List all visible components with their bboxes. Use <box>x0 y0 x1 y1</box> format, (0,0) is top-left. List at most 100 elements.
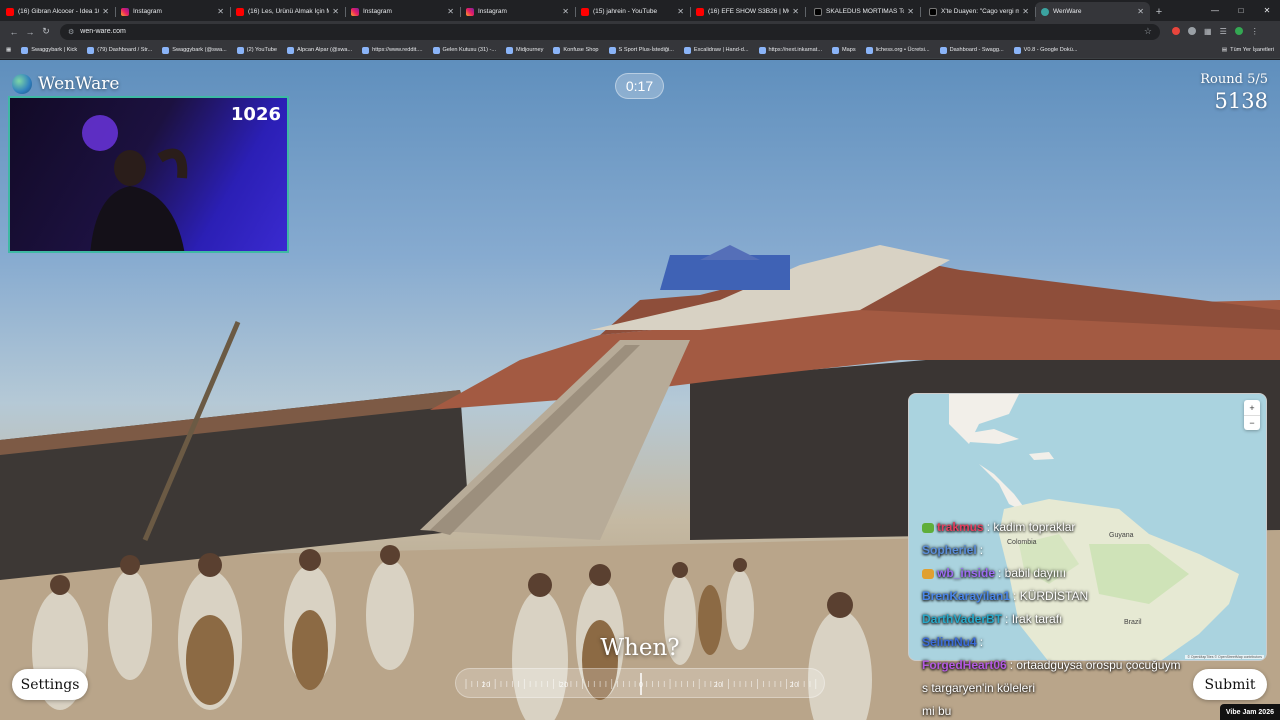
bookmark-favicon-icon <box>865 46 873 54</box>
extension-icon[interactable] <box>1188 27 1196 35</box>
close-tab-icon[interactable]: ✕ <box>447 7 454 16</box>
browser-tab[interactable]: Instagram ✕ <box>345 2 460 21</box>
bookmark-item[interactable]: (2) YouTube <box>236 46 277 54</box>
minimize-icon[interactable]: — <box>1202 6 1228 15</box>
bookmark-label: Midjourney <box>516 47 544 53</box>
chat-username: trakmus <box>937 520 984 534</box>
submit-button[interactable]: Submit <box>1193 669 1267 700</box>
maximize-icon[interactable]: □ <box>1228 6 1254 15</box>
globe-icon <box>12 74 32 94</box>
browser-tab[interactable]: (16) Gibran Alcocer - Idea 10 ✕ <box>0 2 115 21</box>
x-icon <box>929 7 937 16</box>
bookmark-item[interactable]: S Sport Plus-İstediği... <box>608 46 674 54</box>
bookmark-favicon-icon <box>1013 46 1021 54</box>
viewer-count: 1026 <box>230 104 281 125</box>
stream-chat-overlay: trakmus: kadim topraklar Sopheriel: wb_ins… <box>922 516 1222 720</box>
reading-list-icon[interactable]: ☰ <box>1220 27 1227 36</box>
bookmark-item[interactable]: Dashboard - Swagg... <box>939 46 1004 54</box>
browser-tab[interactable]: Instagram ✕ <box>460 2 575 21</box>
bookmark-item[interactable]: https://next.inkarnat... <box>758 46 822 54</box>
wenware-logo[interactable]: WenWare <box>12 74 119 94</box>
browser-tab[interactable]: (15) jahrein - YouTube ✕ <box>575 2 690 21</box>
brand-name: WenWare <box>38 74 120 94</box>
chat-text: : babil dayıııı <box>998 566 1067 580</box>
bookmark-favicon-icon <box>236 46 244 54</box>
browser-tab[interactable]: (16) EFE SHOW S3B26 | MÖSY✕ <box>690 2 805 21</box>
vibe-jam-badge[interactable]: Vibe Jam 2026 <box>1219 704 1280 720</box>
browser-tab[interactable]: (16) Les, Ürünü Almak İçin Mi ✕ <box>230 2 345 21</box>
bookmark-favicon-icon <box>832 46 839 54</box>
bookmark-favicon-icon <box>21 46 29 54</box>
close-tab-icon[interactable]: ✕ <box>102 7 109 16</box>
back-icon[interactable]: ← <box>6 27 22 37</box>
browser-tab[interactable]: X'te Duayen: "Cago vergi mü?✕ <box>920 2 1035 21</box>
close-tab-icon[interactable]: ✕ <box>677 7 684 16</box>
site-info-icon[interactable]: ⚙ <box>68 28 74 36</box>
browser-tab[interactable]: SKALEDUS MORTIMAS Topluluk✕ <box>805 2 920 21</box>
bookmark-item[interactable]: Alpcan Alpar (@swa... <box>287 46 352 54</box>
youtube-icon <box>236 7 244 16</box>
forward-icon[interactable]: → <box>22 27 38 37</box>
instagram-icon <box>466 7 474 16</box>
zoom-in-button[interactable]: + <box>1244 400 1260 415</box>
bookmark-item[interactable]: Excalidraw | Hand-d... <box>683 46 749 54</box>
close-tab-icon[interactable]: ✕ <box>1022 7 1029 16</box>
chat-text: : Irak tarafı <box>1005 612 1063 626</box>
chat-badge-icon <box>922 568 934 579</box>
bookmark-item[interactable]: Maps <box>832 46 856 54</box>
settings-button[interactable]: Settings <box>12 669 88 700</box>
tab-title: (16) Les, Ürünü Almak İçin Mi <box>248 8 330 15</box>
zoom-out-button[interactable]: − <box>1244 415 1260 430</box>
close-tab-icon[interactable]: ✕ <box>562 7 569 16</box>
browser-tab[interactable]: WenWare ✕ <box>1035 2 1150 21</box>
chat-badge-icon <box>922 522 934 533</box>
address-bar[interactable]: ⚙ wen-ware.com ☆ <box>60 23 1160 40</box>
bookmark-item[interactable]: Gelen Kutusu (31) -... <box>432 46 496 54</box>
close-window-icon[interactable]: ✕ <box>1254 6 1280 15</box>
new-tab-button[interactable]: + <box>1150 2 1168 21</box>
close-tab-icon[interactable]: ✕ <box>792 7 799 16</box>
extension-icon[interactable] <box>1172 27 1180 35</box>
slider-track[interactable]: 202002020 <box>456 669 826 699</box>
round-label: Round 5/5 <box>1200 72 1268 87</box>
browser-tab[interactable]: Instagram ✕ <box>115 2 230 21</box>
profile-avatar[interactable] <box>1234 27 1243 35</box>
chat-username: DarthVaderBT <box>922 612 1003 626</box>
browser-tab-bar: (16) Gibran Alcocer - Idea 10 ✕ Instagram ✕… <box>0 0 1280 21</box>
bookmark-label: https://next.inkarnat... <box>768 47 822 53</box>
bookmark-label: V0.8 - Google Dokü... <box>1023 47 1078 53</box>
chat-username: BrenKarayilan1 <box>922 589 1011 603</box>
bookmark-item[interactable]: Midjourney <box>506 46 544 54</box>
round-timer: 0:17 <box>615 73 664 99</box>
instagram-icon <box>351 7 359 16</box>
instagram-icon <box>121 7 129 16</box>
bookmark-item[interactable]: https://www.reddit.... <box>362 46 423 54</box>
close-tab-icon[interactable]: ✕ <box>332 7 339 16</box>
close-tab-icon[interactable]: ✕ <box>907 7 914 16</box>
bookmark-label: https://www.reddit.... <box>372 47 423 53</box>
bookmark-item[interactable]: Swaggybark | Kick <box>21 46 77 54</box>
bookmark-item[interactable]: (79) Dashboard / Str... <box>87 46 152 54</box>
all-bookmarks-button[interactable]: ▤ Tüm Yer İşaretleri <box>1222 47 1274 53</box>
close-tab-icon[interactable]: ✕ <box>1137 7 1144 16</box>
bookmark-label: lichess.org • Ücretsi... <box>875 47 930 53</box>
bookmark-item[interactable]: Konfuse Shop <box>553 46 599 54</box>
apps-grid-icon[interactable]: ▦ <box>6 47 11 53</box>
year-slider[interactable]: 202002020 <box>455 668 825 698</box>
bookmark-item[interactable]: V0.8 - Google Dokü... <box>1013 46 1078 54</box>
reload-icon[interactable]: ↻ <box>38 26 54 37</box>
extensions-puzzle-icon[interactable]: ▦ <box>1204 27 1212 36</box>
menu-kebab-icon[interactable]: ⋮ <box>1251 27 1259 36</box>
game-viewport[interactable]: WenWare 1026 0:17 Round 5/5 5138 Colombi… <box>0 60 1280 720</box>
youtube-icon <box>696 7 704 16</box>
bookmark-item[interactable]: Swaggybark (@swa... <box>162 46 227 54</box>
slider-tick-label: 20 <box>714 681 723 689</box>
tab-title: WenWare <box>1053 8 1082 15</box>
close-tab-icon[interactable]: ✕ <box>217 7 224 16</box>
chat-message: wb_inside: babil dayıııı <box>922 562 1222 585</box>
bookmark-favicon-icon <box>758 46 766 54</box>
bookmark-label: Excalidraw | Hand-d... <box>693 47 749 53</box>
bookmark-item[interactable]: lichess.org • Ücretsi... <box>865 46 930 54</box>
bookmark-favicon-icon <box>553 46 561 54</box>
bookmark-star-icon[interactable]: ☆ <box>1144 26 1152 37</box>
